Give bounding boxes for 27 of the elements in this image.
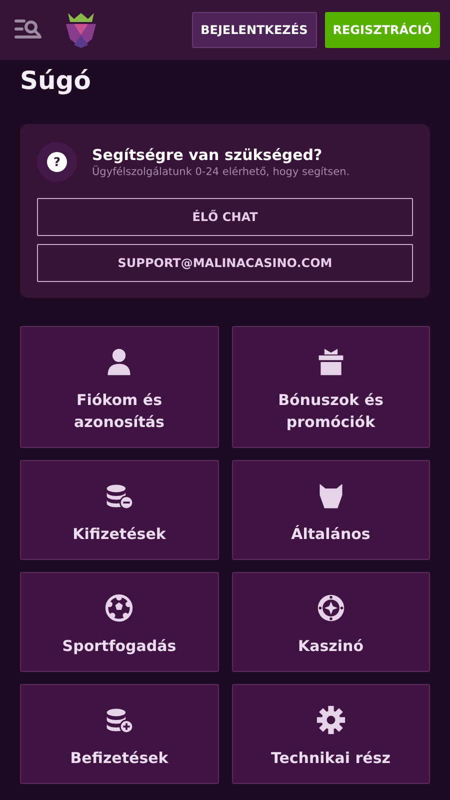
- contact-button[interactable]: ÉLŐ CHAT: [37, 198, 413, 236]
- category-label: Technikai rész: [271, 748, 390, 769]
- category-tile[interactable]: Sportfogadás: [20, 572, 218, 672]
- category-label: Fiókom és azonosítás: [73, 390, 166, 433]
- contact-button[interactable]: SUPPORT@MALINACASINO.COM: [37, 244, 413, 282]
- category-label: Befizetések: [70, 748, 168, 769]
- category-label: Sportfogadás: [62, 636, 176, 657]
- raspberry-logo[interactable]: [64, 11, 98, 49]
- category-label: Általános: [291, 524, 370, 545]
- roulette-icon: [316, 593, 346, 623]
- category-tile[interactable]: Kifizetések: [20, 460, 218, 560]
- help-icon: ?: [37, 142, 77, 182]
- category-tile[interactable]: Általános: [232, 460, 430, 560]
- category-tile[interactable]: Kaszinó: [232, 572, 430, 672]
- settings-icon: [316, 705, 346, 735]
- category-label: Kifizetések: [72, 524, 166, 545]
- category-tile[interactable]: Fiókom és azonosítás: [20, 326, 218, 448]
- help-subtitle: Ügyfélszolgálatunk 0-24 elérhető, hogy segítsen.: [92, 166, 350, 178]
- category-label: Kaszinó: [298, 636, 364, 657]
- login-button[interactable]: BEJELENTKEZÉS: [192, 12, 317, 48]
- category-tile[interactable]: Technikai rész: [232, 684, 430, 784]
- page-title: Súgó: [20, 65, 92, 97]
- ball-icon: [104, 593, 134, 623]
- category-tile[interactable]: Befizetések: [20, 684, 218, 784]
- help-title: Segítségre van szükséged?: [92, 146, 324, 164]
- category-tile[interactable]: Bónuszok és promóciók: [232, 326, 430, 448]
- category-label: Bónuszok és promóciók: [277, 390, 384, 433]
